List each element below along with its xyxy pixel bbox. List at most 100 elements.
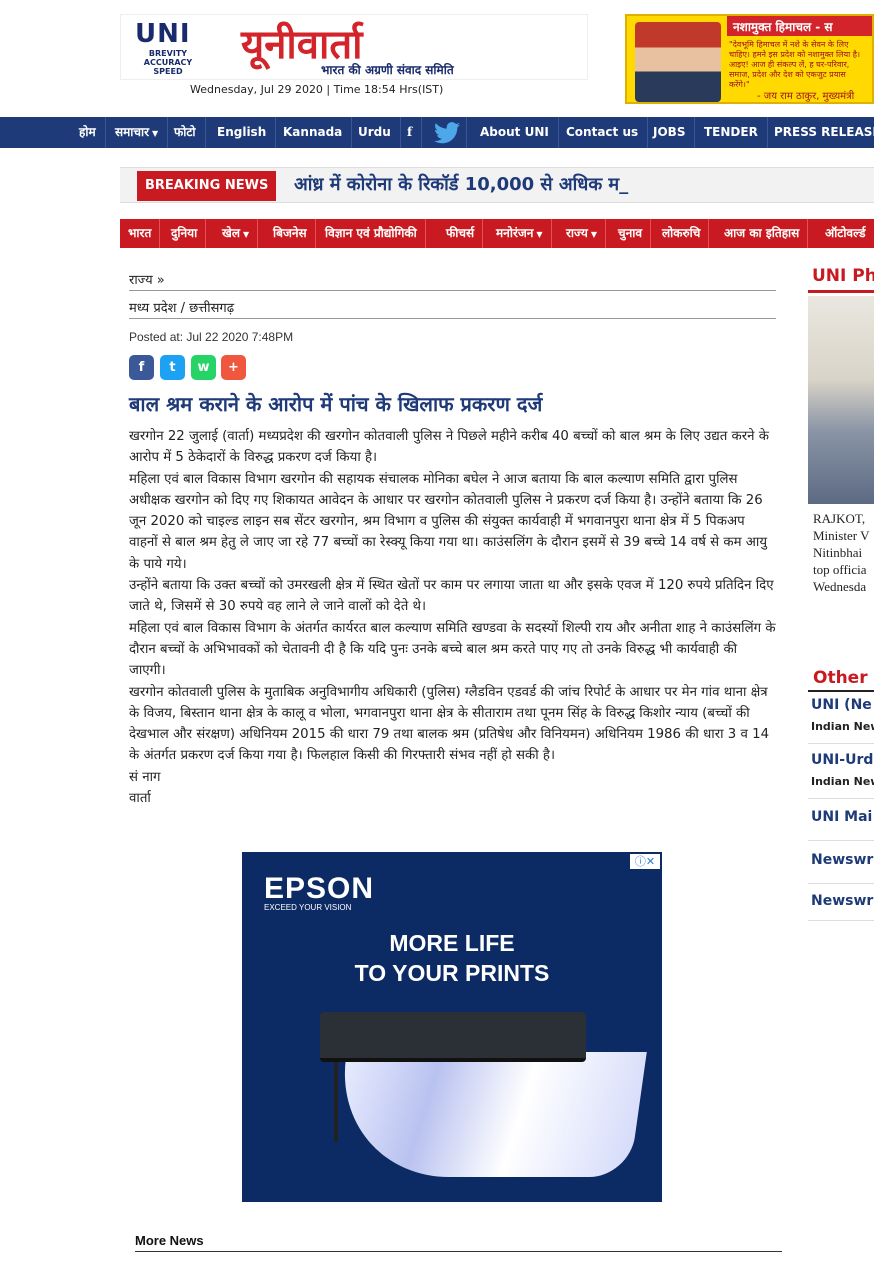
cat-chunav[interactable]: चुनाव: [610, 219, 652, 248]
nav-about[interactable]: About UNI: [471, 117, 559, 148]
cat-science[interactable]: विज्ञान एवं प्रौद्योगिकी: [317, 219, 426, 248]
nav-news[interactable]: समाचार ▼: [106, 117, 169, 148]
divider: [808, 840, 874, 841]
chevron-down-icon: ▼: [590, 230, 597, 239]
featured-photo[interactable]: [808, 296, 874, 504]
nav-photo[interactable]: फोटो: [165, 117, 206, 148]
nav-english[interactable]: English: [208, 117, 277, 148]
ad-text: "देवभूमि हिमाचल में नशे के सेवन के लिए च…: [729, 40, 861, 89]
ad-portrait: [635, 22, 721, 102]
cat-autoworld[interactable]: ऑटोवर्ल्ड: [817, 219, 874, 248]
divider: [129, 290, 776, 291]
caption-line: Minister V: [813, 528, 870, 543]
caption-line: top officia: [813, 562, 867, 577]
cat-rajya[interactable]: राज्य ▼: [558, 219, 606, 248]
nav-jobs[interactable]: JOBS: [644, 117, 696, 148]
facebook-icon[interactable]: f: [398, 117, 423, 148]
nav-urdu[interactable]: Urdu: [349, 117, 401, 148]
main-nav: होम समाचार ▼ फोटो English Kannada Urdu f …: [0, 117, 874, 148]
other-link-sub: Indian New: [811, 720, 874, 733]
article-source: वार्ता: [129, 791, 151, 807]
nav-kannada[interactable]: Kannada: [274, 117, 353, 148]
logo-subtitle: भारत की अग्रणी संवाद समिति: [321, 63, 454, 77]
whatsapp-share-icon[interactable]: w: [191, 355, 216, 380]
epson-ad[interactable]: ⓘ✕ EPSON EXCEED YOUR VISION MORE LIFE TO…: [242, 852, 662, 1202]
ad-close-icon[interactable]: ⓘ✕: [630, 854, 660, 869]
divider: [808, 883, 874, 884]
nav-press-release[interactable]: PRESS RELEASE: [765, 117, 874, 148]
facebook-share-icon[interactable]: f: [129, 355, 154, 380]
ad-signature: - जय राम ठाकुर, मुख्यमंत्री: [757, 91, 855, 102]
category-nav: भारत दुनिया खेल ▼ बिजनेस विज्ञान एवं प्रौ…: [120, 219, 874, 248]
more-news-heading: More News: [135, 1233, 204, 1248]
cat-business[interactable]: बिजनेस: [265, 219, 316, 248]
nav-tender[interactable]: TENDER: [695, 117, 768, 148]
article-paragraph: खरगोन कोतवाली पुलिस के मुताबिक अनुविभागी…: [129, 684, 770, 764]
twitter-share-icon[interactable]: t: [160, 355, 185, 380]
chevron-down-icon: ▼: [152, 129, 159, 138]
cat-entertainment[interactable]: मनोरंजन ▼: [488, 219, 552, 248]
divider: [808, 290, 874, 293]
epson-logo: EPSON: [264, 872, 375, 905]
other-link-newswire-2[interactable]: Newswr: [811, 893, 873, 909]
divider: [135, 1251, 782, 1252]
print-paper: [329, 1052, 647, 1177]
section-label[interactable]: मध्य प्रदेश / छत्तीसगढ़: [129, 298, 234, 316]
nav-home[interactable]: होम: [70, 117, 106, 148]
logo-tagline-1: BREVITY: [148, 49, 188, 58]
ad-title: नशामुक्त हिमाचल - स: [727, 16, 872, 36]
other-link-sub: Indian New: [811, 775, 874, 788]
other-link-uni-urdu[interactable]: UNI-Urd: [811, 752, 873, 768]
other-link-uni-mail[interactable]: UNI Mai: [811, 809, 872, 825]
printer-image: [320, 1012, 586, 1062]
date-time: Wednesday, Jul 29 2020 | Time 18:54 Hrs(…: [190, 83, 444, 96]
logo-tagline-2: ACCURACY: [143, 58, 193, 67]
breaking-news-ticker[interactable]: आंध्र में कोरोना के रिकॉर्ड 10,000 से अध…: [294, 168, 628, 202]
article-paragraph: महिला एवं बाल विकास विभाग खरगोन की सहायक…: [129, 471, 768, 572]
logo-tagline-3: SPEED: [153, 67, 183, 76]
cat-features[interactable]: फीचर्स: [438, 219, 484, 248]
logo-abbr: UNI: [135, 19, 191, 49]
divider: [808, 920, 874, 921]
article-paragraph: महिला एवं बाल विकास विभाग के अंतर्गत कार…: [129, 620, 776, 679]
divider: [808, 798, 874, 799]
photo-section-title[interactable]: UNI Ph: [812, 266, 874, 286]
article-signoff: सं नाग: [129, 769, 161, 785]
cat-khel[interactable]: खेल ▼: [214, 219, 259, 248]
breadcrumb[interactable]: राज्य »: [129, 270, 165, 288]
divider: [808, 690, 874, 692]
site-logo[interactable]: UNI BREVITY ACCURACY SPEED यूनीवार्ता भा…: [120, 14, 588, 80]
cat-duniya[interactable]: दुनिया: [163, 219, 207, 248]
breaking-news-label: BREAKING NEWS: [137, 171, 277, 201]
nav-contact[interactable]: Contact us: [557, 117, 649, 148]
cat-rajya-label: राज्य: [566, 226, 588, 240]
article-paragraph: उन्होंने बताया कि उक्त बच्चों को उमरखली …: [129, 578, 774, 615]
caption-line: Nitinbhai: [813, 545, 863, 560]
photo-caption[interactable]: RAJKOT, Minister V Nitinbhai top officia…: [813, 510, 874, 595]
cat-aaj-ka-itihas[interactable]: आज का इतिहास: [716, 219, 809, 248]
other-link-uni-news[interactable]: UNI (Ne: [811, 697, 872, 713]
cat-khel-label: खेल: [222, 226, 240, 240]
divider: [808, 743, 874, 744]
caption-line: RAJKOT,: [813, 511, 866, 526]
breaking-news-bar: BREAKING NEWS आंध्र में कोरोना के रिकॉर्…: [120, 167, 874, 203]
divider: [129, 318, 776, 319]
ad-headline-1: MORE LIFE: [389, 930, 515, 956]
article-paragraph: खरगोन 22 जुलाई (वार्ता) मध्यप्रदेश की खर…: [129, 429, 769, 466]
nav-news-label: समाचार: [115, 125, 150, 139]
twitter-icon[interactable]: [428, 117, 467, 148]
top-banner-ad[interactable]: नशामुक्त हिमाचल - स "देवभूमि हिमाचल में …: [625, 14, 874, 104]
article-body: खरगोन 22 जुलाई (वार्ता) मध्यप्रदेश की खर…: [129, 426, 776, 809]
cat-lokruchi[interactable]: लोकरुचि: [654, 219, 710, 248]
more-share-icon[interactable]: +: [221, 355, 246, 380]
cat-bharat[interactable]: भारत: [120, 219, 161, 248]
other-services-title: Other: [813, 668, 868, 688]
caption-line: Wednesda: [813, 579, 867, 594]
epson-tagline: EXCEED YOUR VISION: [264, 903, 352, 912]
chevron-down-icon: ▼: [536, 230, 543, 239]
article-headline: बाल श्रम कराने के आरोप में पांच के खिलाफ…: [129, 392, 543, 416]
other-link-newswire-1[interactable]: Newswr: [811, 852, 873, 868]
cat-entertainment-label: मनोरंजन: [496, 226, 534, 240]
ad-headline-2: TO YOUR PRINTS: [354, 960, 550, 986]
uni-logo-mark: UNI BREVITY ACCURACY SPEED: [135, 19, 201, 77]
